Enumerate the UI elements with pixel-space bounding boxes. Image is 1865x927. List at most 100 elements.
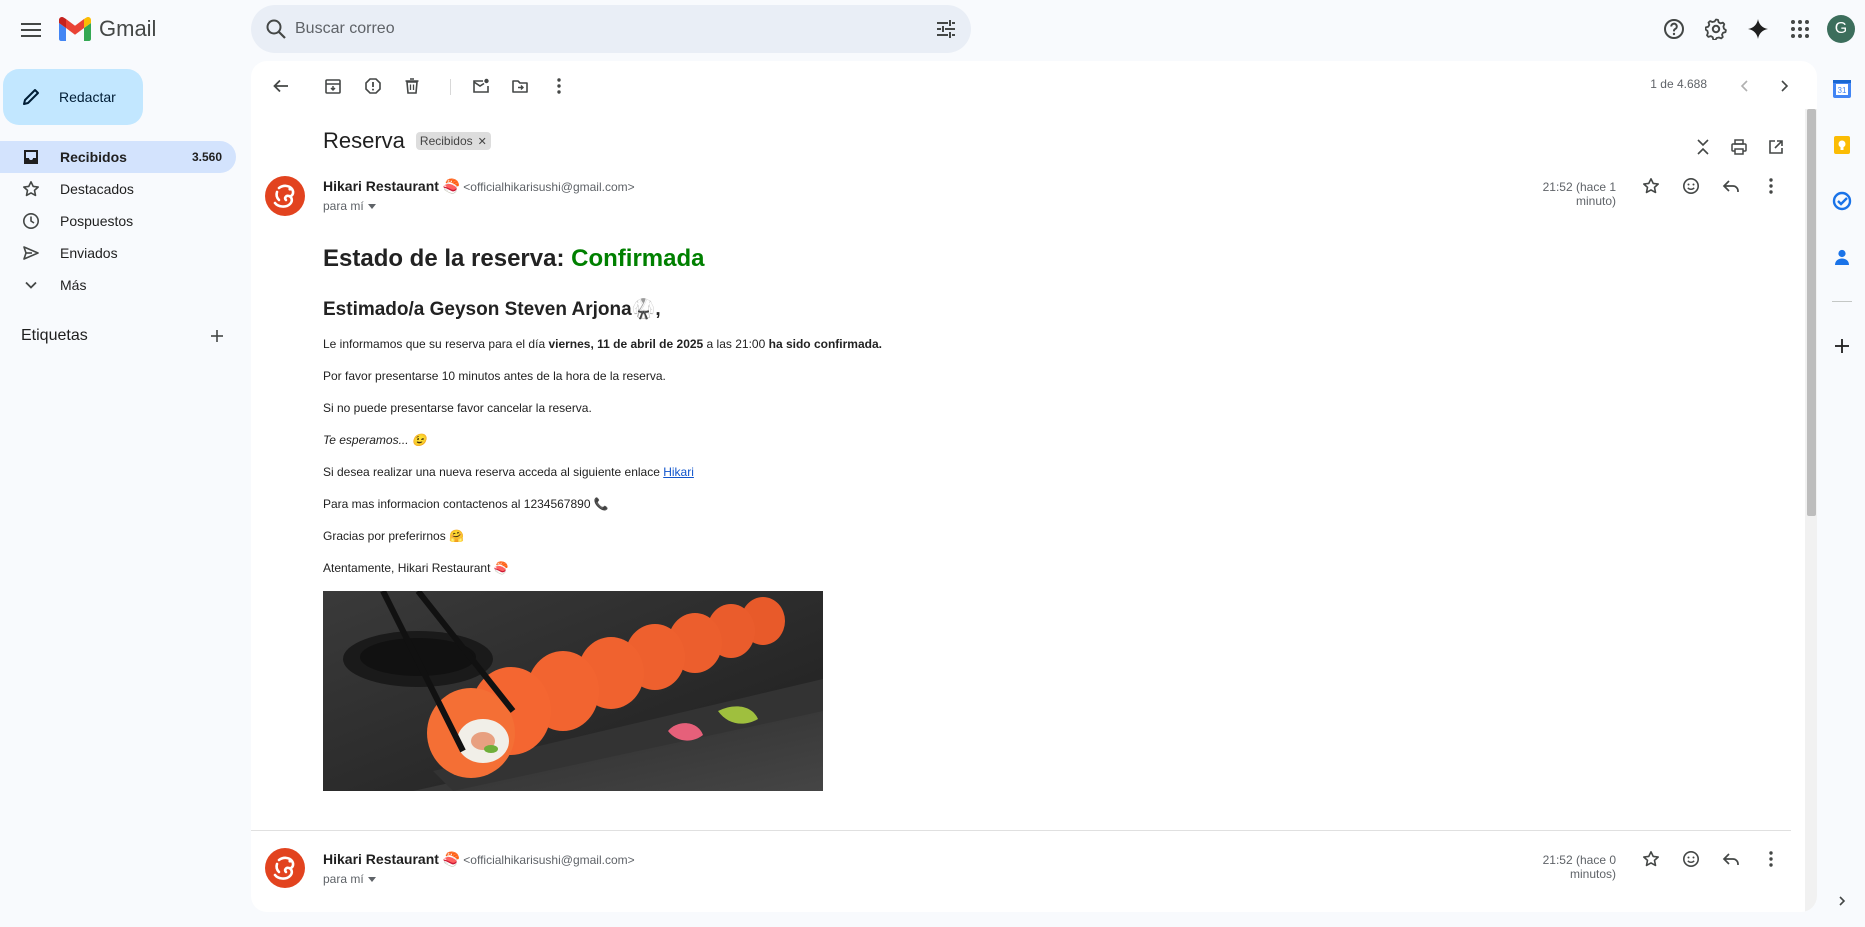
star-icon <box>23 181 39 197</box>
pencil-icon <box>23 89 39 105</box>
reply-icon[interactable] <box>1715 170 1747 202</box>
message-more-icon[interactable] <box>1755 843 1787 875</box>
message-time: 21:52 (hace 0 minutos) <box>1542 853 1616 881</box>
settings-gear-icon[interactable] <box>1695 8 1737 50</box>
app-name: Gmail <box>99 16 157 41</box>
recipient-details[interactable]: para mí <box>323 872 376 886</box>
sidebar-item-starred[interactable]: Destacados <box>0 173 236 205</box>
message-toolbar: 1 de 4.688 <box>251 61 1817 109</box>
emoji-reaction-icon[interactable] <box>1675 843 1707 875</box>
status-value: Confirmada <box>571 245 705 272</box>
pagination-text: 1 de 4.688 <box>1650 77 1707 91</box>
sidebar-item-label: Pospuestos <box>60 213 134 229</box>
labels-header: Etiquetas <box>21 327 225 345</box>
message-view: 1 de 4.688 Reserva Recibidos ✕ Hikari Re… <box>251 61 1817 912</box>
add-addon-icon[interactable] <box>1830 334 1854 358</box>
message-more-icon[interactable] <box>1755 170 1787 202</box>
sidebar-item-inbox[interactable]: Recibidos 3.560 <box>0 141 236 173</box>
tasks-icon[interactable] <box>1830 189 1854 213</box>
sidebar-nav: Recibidos 3.560 Destacados Pospuestos En… <box>0 141 236 301</box>
print-icon[interactable] <box>1723 131 1755 163</box>
main-menu-icon[interactable] <box>14 13 48 47</box>
reservation-date: viernes, 11 de abril de 2025 <box>548 337 704 351</box>
details-dropdown-icon <box>367 876 376 882</box>
archive-icon[interactable] <box>318 71 348 101</box>
toolbar-divider <box>450 79 451 95</box>
gemini-sparkle-icon[interactable] <box>1737 8 1779 50</box>
sidebar-item-label: Destacados <box>60 181 134 197</box>
new-reservation-note: Si desea realizar una nueva reserva acce… <box>323 463 1223 481</box>
expand-panel-chevron-icon[interactable] <box>1830 889 1854 913</box>
back-arrow-icon[interactable] <box>266 71 296 101</box>
header-actions: G <box>1653 8 1865 50</box>
recipient-details[interactable]: para mí <box>323 199 376 213</box>
remove-label-icon[interactable]: ✕ <box>478 135 487 148</box>
collapse-all-icon[interactable] <box>1687 131 1719 163</box>
p5-text: Si desea realizar una nueva reserva acce… <box>323 465 664 479</box>
details-dropdown-icon <box>367 203 376 209</box>
status-prefix: Estado de la reserva: <box>323 245 572 272</box>
apps-grid-icon[interactable] <box>1779 8 1821 50</box>
sender-avatar[interactable] <box>265 848 305 888</box>
scrollbar-thumb[interactable] <box>1807 109 1816 516</box>
see-you-note: Te esperamos... 😉 <box>323 433 427 447</box>
search-bar <box>251 5 971 53</box>
calendar-icon[interactable]: 31 <box>1830 77 1854 101</box>
sender-name[interactable]: Hikari Restaurant 🍣 <box>323 851 460 868</box>
message-divider <box>251 830 1791 831</box>
dragon-logo-icon <box>265 176 305 216</box>
open-new-window-icon[interactable] <box>1760 131 1792 163</box>
sender-info: Hikari Restaurant 🍣 <officialhikarisushi… <box>323 851 635 868</box>
search-options-icon[interactable] <box>935 18 957 40</box>
email-body: Estado de la reserva: Confirmada Estimad… <box>323 245 1223 791</box>
message-time: 21:52 (hace 1 minuto) <box>1542 180 1616 208</box>
search-input[interactable] <box>295 5 855 53</box>
sidebar-item-snoozed[interactable]: Pospuestos <box>0 205 236 237</box>
reservation-time: a las 21:00 <box>703 337 769 351</box>
subject-row: Reserva Recibidos ✕ <box>323 128 491 154</box>
arrival-note: Por favor presentarse 10 minutos antes d… <box>323 369 666 383</box>
add-label-icon[interactable] <box>209 328 225 344</box>
older-chevron-icon[interactable] <box>1769 71 1799 101</box>
star-icon[interactable] <box>1635 170 1667 202</box>
cancel-note: Si no puede presentarse favor cancelar l… <box>323 401 592 415</box>
subject-title: Reserva <box>323 128 405 153</box>
label-chip[interactable]: Recibidos ✕ <box>415 132 491 150</box>
reply-icon[interactable] <box>1715 843 1747 875</box>
sidebar-item-sent[interactable]: Enviados <box>0 237 236 269</box>
clock-icon <box>23 213 39 229</box>
delete-trash-icon[interactable] <box>397 71 427 101</box>
emoji-reaction-icon[interactable] <box>1675 170 1707 202</box>
sidebar-item-label: Más <box>60 277 87 293</box>
sender-avatar[interactable] <box>265 176 305 216</box>
greeting: Estimado/a Geyson Steven Arjona🥋, <box>323 299 661 320</box>
move-to-folder-icon[interactable] <box>505 71 535 101</box>
sidebar-item-more[interactable]: Más <box>0 269 236 301</box>
gmail-logo[interactable]: Gmail <box>59 16 156 42</box>
recipient-text: para mí <box>323 199 364 213</box>
help-icon[interactable] <box>1653 8 1695 50</box>
sender-info: Hikari Restaurant 🍣 <officialhikarisushi… <box>323 178 635 195</box>
more-vert-icon[interactable] <box>544 71 574 101</box>
scrollbar[interactable] <box>1805 109 1817 912</box>
star-icon[interactable] <box>1635 843 1667 875</box>
contacts-icon[interactable] <box>1830 245 1854 269</box>
sender-name[interactable]: Hikari Restaurant 🍣 <box>323 178 460 195</box>
side-panel: 31 <box>1820 61 1865 927</box>
top-bar: Gmail G <box>0 0 1865 58</box>
account-avatar[interactable]: G <box>1827 15 1855 43</box>
mark-unread-icon[interactable] <box>466 71 496 101</box>
svg-text:31: 31 <box>1838 86 1847 95</box>
keep-icon[interactable] <box>1830 133 1854 157</box>
label-chip-text: Recibidos <box>419 134 473 148</box>
signature: Atentamente, Hikari Restaurant 🍣 <box>323 561 509 575</box>
inbox-count: 3.560 <box>191 150 222 164</box>
report-spam-icon[interactable] <box>358 71 388 101</box>
confirmed-text: ha sido confirmada. <box>768 337 882 351</box>
send-icon <box>23 246 39 260</box>
sender-email: <officialhikarisushi@gmail.com> <box>463 179 635 194</box>
hikari-link[interactable]: Hikari <box>663 465 694 479</box>
compose-button[interactable]: Redactar <box>3 69 143 125</box>
newer-chevron-icon[interactable] <box>1730 71 1760 101</box>
search-icon[interactable] <box>265 18 287 40</box>
